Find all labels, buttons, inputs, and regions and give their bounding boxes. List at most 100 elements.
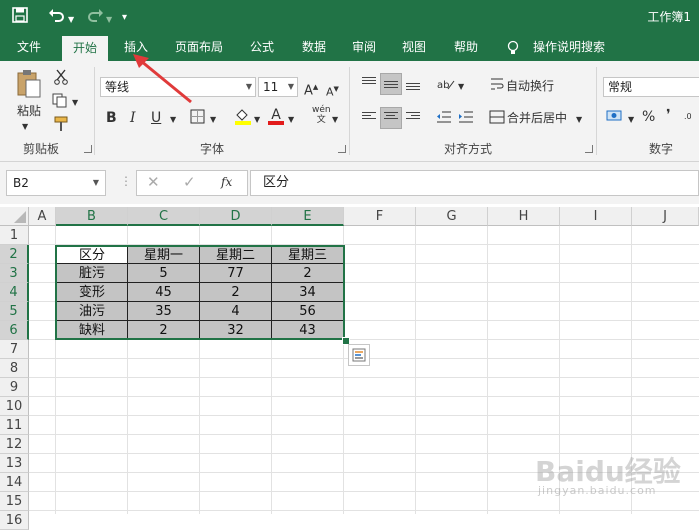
row-header-9[interactable]: 9 xyxy=(0,378,29,397)
table-cell[interactable]: 油污 xyxy=(56,302,128,321)
column-header-e[interactable]: E xyxy=(272,207,344,226)
name-box[interactable]: B2 ▼ xyxy=(6,170,106,196)
increase-decimal-icon[interactable]: .0 xyxy=(684,109,698,127)
font-color-button[interactable]: A xyxy=(268,107,284,125)
row-header-6[interactable]: 6 xyxy=(0,321,29,340)
copy-icon[interactable] xyxy=(52,93,68,112)
accounting-format-icon[interactable] xyxy=(606,108,624,128)
column-header-c[interactable]: C xyxy=(128,207,200,226)
row-header-5[interactable]: 5 xyxy=(0,302,29,321)
cancel-icon[interactable]: ✕ xyxy=(147,173,160,191)
font-launcher-icon[interactable] xyxy=(338,145,346,153)
row-header-4[interactable]: 4 xyxy=(0,283,29,302)
table-cell[interactable]: 脏污 xyxy=(56,264,128,283)
align-bottom-icon[interactable] xyxy=(406,83,420,95)
comma-style-button[interactable]: ❜ xyxy=(666,107,671,123)
decrease-font-icon[interactable]: A▼ xyxy=(326,81,339,101)
customize-qat-icon[interactable]: ▾ xyxy=(122,9,127,27)
fill-color-icon[interactable] xyxy=(234,107,252,129)
underline-button[interactable]: U xyxy=(151,110,161,126)
copy-dropdown-icon[interactable]: ▼ xyxy=(72,95,78,111)
cut-icon[interactable] xyxy=(54,69,68,89)
column-header-d[interactable]: D xyxy=(200,207,272,226)
clipboard-launcher-icon[interactable] xyxy=(84,145,92,153)
tab-view[interactable]: 视图 xyxy=(392,34,436,61)
align-right-icon[interactable] xyxy=(406,112,420,124)
merge-dropdown-icon[interactable]: ▼ xyxy=(576,112,582,128)
insert-function-button[interactable]: fx xyxy=(221,175,232,189)
table-cell[interactable]: 5 xyxy=(128,264,200,283)
table-cell[interactable]: 45 xyxy=(128,283,200,302)
table-cell[interactable]: 56 xyxy=(272,302,344,321)
italic-button[interactable]: I xyxy=(130,110,136,126)
tab-home[interactable]: 开始 xyxy=(62,36,108,61)
enter-icon[interactable]: ✓ xyxy=(183,173,196,191)
quick-analysis-button[interactable] xyxy=(348,344,370,366)
table-cell[interactable]: 35 xyxy=(128,302,200,321)
column-header-j[interactable]: J xyxy=(632,207,699,226)
paste-dropdown-icon[interactable]: ▼ xyxy=(22,119,28,135)
table-cell[interactable]: 32 xyxy=(200,321,272,340)
align-center-icon[interactable] xyxy=(384,112,398,124)
row-header-12[interactable]: 12 xyxy=(0,435,29,454)
bold-button[interactable]: B xyxy=(106,110,117,126)
table-cell[interactable]: 缺料 xyxy=(56,321,128,340)
formula-bar-grip-icon[interactable]: ⋮ xyxy=(120,174,132,188)
table-header-cell[interactable]: 星期二 xyxy=(200,245,272,264)
tab-formulas[interactable]: 公式 xyxy=(240,34,284,61)
row-header-7[interactable]: 7 xyxy=(0,340,29,359)
borders-icon[interactable] xyxy=(190,109,205,128)
select-all-corner[interactable] xyxy=(0,207,29,226)
table-cell[interactable]: 变形 xyxy=(56,283,128,302)
row-header-13[interactable]: 13 xyxy=(0,454,29,473)
table-header-cell[interactable]: 星期三 xyxy=(272,245,344,264)
wrap-text-icon[interactable] xyxy=(490,77,504,95)
tab-help[interactable]: 帮助 xyxy=(444,34,488,61)
table-cell[interactable]: 2 xyxy=(128,321,200,340)
column-header-f[interactable]: F xyxy=(344,207,416,226)
table-header-cell[interactable]: 星期一 xyxy=(128,245,200,264)
merge-center-button[interactable]: 合并后居中 xyxy=(507,110,567,126)
undo-dropdown-icon[interactable]: ▼ xyxy=(68,11,74,29)
row-header-11[interactable]: 11 xyxy=(0,416,29,435)
formula-input[interactable]: 区分 xyxy=(250,170,699,196)
table-cell[interactable]: 77 xyxy=(200,264,272,283)
table-cell[interactable]: 34 xyxy=(272,283,344,302)
row-header-15[interactable]: 15 xyxy=(0,492,29,511)
table-cell[interactable]: 4 xyxy=(200,302,272,321)
tell-me-search[interactable]: 操作说明搜索 xyxy=(528,34,610,61)
row-header-2[interactable]: 2 xyxy=(0,245,29,264)
phonetic-guide-icon[interactable]: wén 文 xyxy=(312,105,331,125)
phonetic-dropdown-icon[interactable]: ▼ xyxy=(332,112,338,128)
increase-font-icon[interactable]: A▲ xyxy=(304,79,318,99)
decrease-indent-icon[interactable] xyxy=(436,110,452,128)
row-header-1[interactable]: 1 xyxy=(0,226,29,245)
row-header-14[interactable]: 14 xyxy=(0,473,29,492)
merge-center-icon[interactable] xyxy=(489,110,505,128)
chevron-down-icon[interactable]: ▼ xyxy=(93,171,99,195)
align-left-icon[interactable] xyxy=(362,112,376,124)
table-cell[interactable]: 2 xyxy=(272,264,344,283)
row-header-3[interactable]: 3 xyxy=(0,264,29,283)
tab-data[interactable]: 数据 xyxy=(292,34,336,61)
save-icon[interactable] xyxy=(12,7,28,27)
row-header-10[interactable]: 10 xyxy=(0,397,29,416)
align-top-icon[interactable] xyxy=(362,77,376,89)
table-cell[interactable]: 43 xyxy=(272,321,344,340)
alignment-launcher-icon[interactable] xyxy=(585,145,593,153)
increase-indent-icon[interactable] xyxy=(458,110,474,128)
wrap-text-button[interactable]: 自动换行 xyxy=(506,78,554,94)
row-header-8[interactable]: 8 xyxy=(0,359,29,378)
format-painter-icon[interactable] xyxy=(54,116,68,136)
table-cell[interactable]: 2 xyxy=(200,283,272,302)
tab-file[interactable]: 文件 xyxy=(8,34,50,61)
fill-color-dropdown-icon[interactable]: ▼ xyxy=(254,112,260,128)
column-header-g[interactable]: G xyxy=(416,207,488,226)
percent-button[interactable]: % xyxy=(642,109,655,125)
orientation-icon[interactable]: ab xyxy=(437,77,455,95)
redo-dropdown-icon[interactable]: ▼ xyxy=(106,11,112,29)
number-format-select[interactable]: 常规 xyxy=(603,77,699,97)
column-header-h[interactable]: H xyxy=(488,207,560,226)
table-header-cell[interactable]: 区分 xyxy=(56,245,128,264)
font-size-select[interactable]: 11 ▼ xyxy=(258,77,298,97)
